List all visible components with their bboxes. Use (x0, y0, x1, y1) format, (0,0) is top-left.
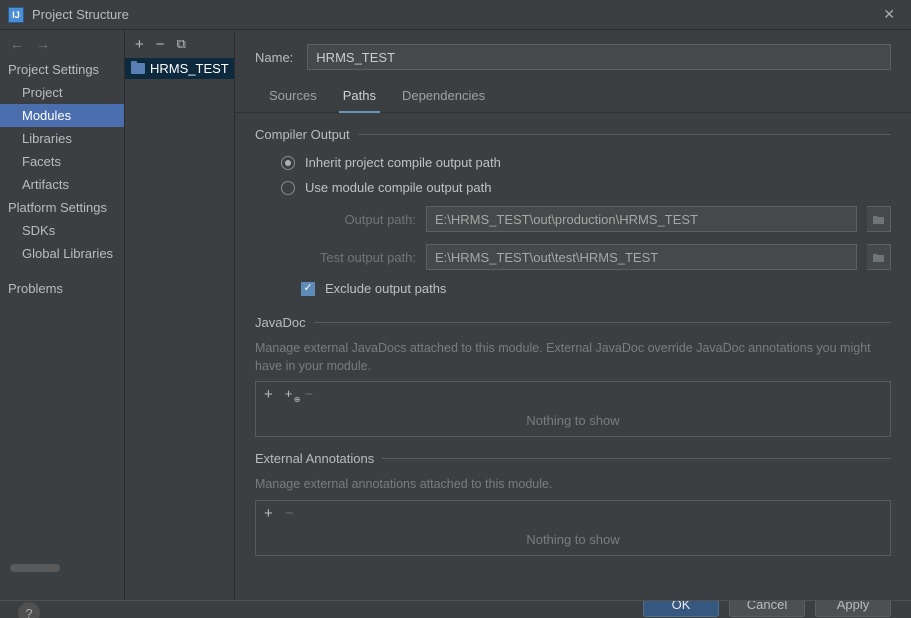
javadoc-list: + +⊕ − Nothing to show (255, 381, 891, 437)
module-name-input[interactable] (307, 44, 891, 70)
sidebar-item-artifacts[interactable]: Artifacts (0, 173, 124, 196)
project-structure-window: IJ Project Structure ✕ ← → Project Setti… (0, 0, 911, 618)
sidebar-item-libraries[interactable]: Libraries (0, 127, 124, 150)
exclude-output-label: Exclude output paths (325, 281, 446, 296)
nav-history: ← → (0, 30, 124, 58)
annotations-list: + − Nothing to show (255, 500, 891, 556)
sidebar-scrollbar[interactable] (10, 564, 60, 572)
help-icon[interactable]: ? (18, 602, 40, 618)
radio-icon (281, 156, 295, 170)
add-annotation-icon[interactable]: + (264, 505, 273, 522)
output-path-row: Output path: E:\HRMS_TEST\out\production… (255, 200, 891, 238)
browse-test-output-icon[interactable] (867, 244, 891, 270)
output-path-field[interactable]: E:\HRMS_TEST\out\production\HRMS_TEST (426, 206, 857, 232)
module-name-row: Name: (235, 30, 911, 82)
radio-inherit-output[interactable]: Inherit project compile output path (255, 150, 891, 175)
radio-module-label: Use module compile output path (305, 180, 491, 195)
sidebar-item-sdks[interactable]: SDKs (0, 219, 124, 242)
back-icon[interactable]: ← (10, 36, 24, 52)
nav-heading-project-settings: Project Settings (0, 58, 124, 81)
window-title: Project Structure (32, 7, 129, 22)
compiler-output-title-text: Compiler Output (255, 127, 350, 142)
close-icon[interactable]: ✕ (875, 2, 903, 27)
remove-module-icon[interactable]: − (156, 36, 165, 53)
tab-dependencies[interactable]: Dependencies (398, 82, 489, 112)
module-toolbar: + − ⧉ (125, 30, 234, 58)
module-list-panel: + − ⧉ HRMS_TEST (125, 30, 235, 600)
javadoc-title-text: JavaDoc (255, 315, 306, 330)
annotations-description: Manage external annotations attached to … (255, 474, 891, 500)
output-path-label: Output path: (301, 212, 416, 227)
radio-icon (281, 181, 295, 195)
remove-annotation-icon[interactable]: − (285, 505, 294, 522)
radio-inherit-label: Inherit project compile output path (305, 155, 501, 170)
name-label: Name: (255, 50, 293, 65)
module-tabs: Sources Paths Dependencies (235, 82, 911, 113)
title-bar: IJ Project Structure ✕ (0, 0, 911, 30)
module-editor: Name: Sources Paths Dependencies Compile… (235, 30, 911, 600)
remove-javadoc-icon[interactable]: − (304, 386, 313, 403)
test-output-path-field[interactable]: E:\HRMS_TEST\out\test\HRMS_TEST (426, 244, 857, 270)
annotations-title: External Annotations (255, 451, 891, 466)
javadoc-description: Manage external JavaDocs attached to thi… (255, 338, 891, 381)
annotations-title-text: External Annotations (255, 451, 374, 466)
sidebar-item-project[interactable]: Project (0, 81, 124, 104)
add-javadoc-icon[interactable]: + (264, 386, 273, 403)
test-output-path-row: Test output path: E:\HRMS_TEST\out\test\… (255, 238, 891, 276)
add-javadoc-url-icon[interactable]: +⊕ (285, 386, 293, 403)
tab-sources[interactable]: Sources (265, 82, 321, 112)
test-output-path-label: Test output path: (301, 250, 416, 265)
cancel-button[interactable]: Cancel (729, 600, 805, 617)
copy-module-icon[interactable]: ⧉ (177, 36, 186, 52)
dialog-body: ← → Project Settings Project Modules Lib… (0, 30, 911, 600)
forward-icon[interactable]: → (36, 36, 50, 52)
checkbox-icon (301, 282, 315, 296)
sidebar-item-modules[interactable]: Modules (0, 104, 124, 127)
tab-paths[interactable]: Paths (339, 82, 380, 113)
module-item-label: HRMS_TEST (150, 61, 229, 76)
radio-use-module-output[interactable]: Use module compile output path (255, 175, 891, 200)
exclude-output-row[interactable]: Exclude output paths (255, 276, 891, 301)
javadoc-title: JavaDoc (255, 315, 891, 330)
ok-button[interactable]: OK (643, 600, 719, 617)
app-icon: IJ (8, 7, 24, 23)
javadoc-section: JavaDoc Manage external JavaDocs attache… (235, 301, 911, 437)
module-item-hrms-test[interactable]: HRMS_TEST (125, 58, 234, 79)
add-module-icon[interactable]: + (135, 36, 144, 53)
settings-sidebar: ← → Project Settings Project Modules Lib… (0, 30, 125, 600)
sidebar-item-facets[interactable]: Facets (0, 150, 124, 173)
annotations-section: External Annotations Manage external ann… (235, 437, 911, 556)
dialog-button-bar: ? OK Cancel Apply (0, 600, 911, 618)
annotations-empty-text: Nothing to show (256, 526, 890, 555)
module-folder-icon (131, 63, 145, 74)
compiler-output-section: Compiler Output Inherit project compile … (235, 113, 911, 301)
compiler-output-title: Compiler Output (255, 127, 891, 142)
sidebar-item-global-libraries[interactable]: Global Libraries (0, 242, 124, 265)
browse-output-icon[interactable] (867, 206, 891, 232)
apply-button[interactable]: Apply (815, 600, 891, 617)
sidebar-item-problems[interactable]: Problems (0, 277, 124, 300)
javadoc-empty-text: Nothing to show (256, 407, 890, 436)
nav-heading-platform-settings: Platform Settings (0, 196, 124, 219)
